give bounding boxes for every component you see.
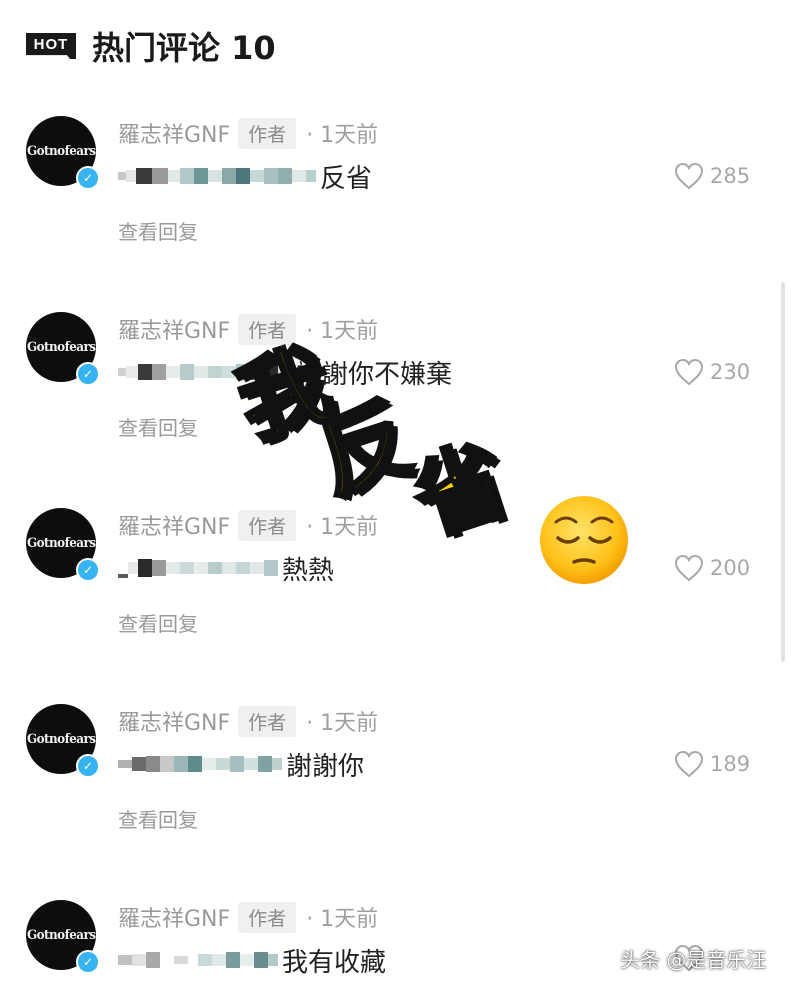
comment-body: 我有收藏: [118, 940, 386, 980]
comment-item: Gotnofears ✓ 羅志祥GNF 作者 · 1天前 我有收藏: [0, 888, 791, 988]
author-tag: 作者: [238, 705, 297, 737]
author-name[interactable]: 羅志祥GNF: [118, 117, 230, 149]
like-count: 285: [710, 164, 751, 188]
view-replies-link[interactable]: 查看回复: [118, 216, 198, 245]
comment-text: 熱熱: [282, 555, 335, 586]
comment-meta: 羅志祥GNF 作者 · 1天前: [118, 705, 379, 737]
comment-body: 反省: [118, 156, 372, 196]
verified-icon: ✓: [76, 950, 100, 974]
comment-time: · 1天前: [306, 123, 379, 148]
comment-meta: 羅志祥GNF 作者 · 1天前: [118, 901, 379, 933]
comment-item: Gotnofears ✓ 羅志祥GNF 作者 · 1天前 熱熱 查看回复 200: [0, 496, 791, 692]
comment-text: 我有收藏: [282, 947, 387, 978]
mosaic-redaction: [118, 746, 282, 782]
verified-icon: ✓: [76, 754, 100, 778]
comment-text: 謝謝你: [286, 751, 365, 782]
author-name[interactable]: 羅志祥GNF: [118, 509, 230, 541]
author-name[interactable]: 羅志祥GNF: [118, 901, 230, 933]
comment-body: 謝謝你: [118, 744, 364, 784]
view-replies-link[interactable]: 查看回复: [118, 608, 198, 637]
comment-meta: 羅志祥GNF 作者 · 1天前: [118, 509, 379, 541]
heart-icon: [674, 554, 704, 582]
comment-meta: 羅志祥GNF 作者 · 1天前: [118, 117, 379, 149]
view-replies-link[interactable]: 查看回复: [118, 412, 198, 441]
like-count: 189: [710, 752, 751, 776]
comment-meta: 羅志祥GNF 作者 · 1天前: [118, 313, 379, 345]
hot-badge: HOT: [26, 33, 76, 59]
verified-icon: ✓: [76, 166, 100, 190]
like-count: 200: [710, 556, 751, 580]
like-button[interactable]: 189: [674, 744, 750, 784]
comment-body: 熱熱: [118, 548, 334, 588]
heart-icon: [674, 162, 704, 190]
mosaic-redaction: [118, 158, 316, 194]
comment-time: · 1天前: [306, 907, 379, 932]
author-tag: 作者: [238, 117, 297, 149]
pensive-face-icon: [540, 496, 628, 584]
mosaic-redaction: [118, 550, 278, 586]
author-tag: 作者: [238, 901, 297, 933]
hot-comments-header: HOT 热门评论 10: [26, 24, 276, 68]
comment-time: · 1天前: [306, 711, 379, 736]
comment-text: 反省: [320, 163, 373, 194]
watermark: 头条 @是音乐汪: [620, 948, 767, 972]
author-name[interactable]: 羅志祥GNF: [118, 705, 230, 737]
heart-icon: [674, 750, 704, 778]
author-name[interactable]: 羅志祥GNF: [118, 313, 230, 345]
view-replies-link[interactable]: 查看回复: [118, 804, 198, 833]
hot-comments-title: 热门评论 10: [92, 29, 276, 67]
like-button[interactable]: 200: [674, 548, 750, 588]
comment-item: Gotnofears ✓ 羅志祥GNF 作者 · 1天前 反省 查看回复 285: [0, 104, 791, 300]
heart-icon: [674, 358, 704, 386]
comment-item: Gotnofears ✓ 羅志祥GNF 作者 · 1天前 謝謝你 查看回复 18…: [0, 692, 791, 888]
verified-icon: ✓: [76, 362, 100, 386]
comment-time: · 1天前: [306, 515, 379, 540]
verified-icon: ✓: [76, 558, 100, 582]
comment-time: · 1天前: [306, 319, 379, 344]
like-button[interactable]: 230: [674, 352, 750, 392]
like-count: 230: [710, 360, 751, 384]
like-button[interactable]: 285: [674, 156, 750, 196]
mosaic-redaction: [118, 942, 278, 978]
author-tag: 作者: [238, 509, 297, 541]
